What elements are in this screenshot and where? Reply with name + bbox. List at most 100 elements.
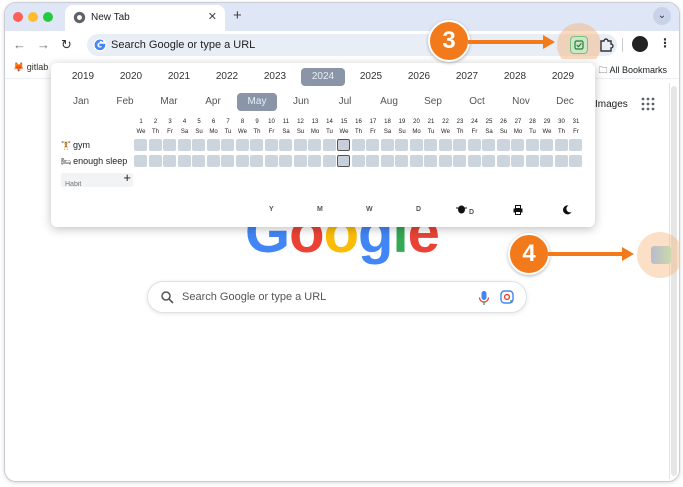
month-jul[interactable]: Jul [325, 93, 365, 111]
habit-day-cell[interactable] [409, 155, 423, 167]
habit-day-cell[interactable] [467, 139, 481, 151]
back-button[interactable]: ← [13, 37, 26, 52]
habit-day-cell[interactable] [511, 139, 524, 151]
habit-day-cell[interactable] [221, 139, 234, 151]
month-aug[interactable]: Aug [369, 93, 409, 111]
add-habit-button[interactable]: + [123, 170, 131, 185]
google-lens-icon[interactable] [500, 290, 514, 304]
zoom-window-button[interactable] [43, 12, 53, 22]
habit-day-cell[interactable] [279, 139, 292, 151]
month-view-button[interactable]: M [317, 206, 323, 213]
habit-day-cell[interactable] [337, 155, 350, 167]
habit-day-cell[interactable] [134, 139, 147, 151]
habit-day-cell[interactable] [496, 139, 510, 151]
debug-button[interactable]: D [456, 204, 474, 216]
close-icon[interactable]: ✕ [208, 10, 217, 23]
habit-day-cell[interactable] [366, 139, 379, 151]
month-may[interactable]: May [237, 93, 277, 111]
minimize-window-button[interactable] [28, 12, 38, 22]
tab-new-tab[interactable]: New Tab ✕ [65, 5, 225, 31]
new-habit-field[interactable]: + [61, 170, 133, 192]
habit-day-cell[interactable] [134, 155, 147, 167]
dark-mode-button[interactable] [562, 205, 572, 217]
day-view-button[interactable]: D [416, 206, 421, 213]
habit-day-cell[interactable] [192, 155, 205, 167]
habit-day-cell[interactable] [438, 139, 452, 151]
month-apr[interactable]: Apr [193, 93, 233, 111]
images-link[interactable]: Images [595, 99, 628, 110]
week-view-button[interactable]: W [366, 206, 373, 213]
month-mar[interactable]: Mar [149, 93, 189, 111]
month-dec[interactable]: Dec [545, 93, 585, 111]
print-button[interactable] [513, 205, 523, 217]
habit-day-cell[interactable] [424, 155, 437, 167]
habit-day-cell[interactable] [569, 155, 582, 167]
habit-day-cell[interactable] [264, 139, 278, 151]
month-jun[interactable]: Jun [281, 93, 321, 111]
habit-day-cell[interactable] [511, 155, 524, 167]
habit-day-cell[interactable] [293, 139, 307, 151]
month-feb[interactable]: Feb [105, 93, 145, 111]
habit-day-cell[interactable] [250, 155, 263, 167]
habit-day-cell[interactable] [409, 139, 423, 151]
extensions-puzzle-icon[interactable] [597, 36, 615, 54]
habit-day-cell[interactable] [351, 155, 365, 167]
year-2027[interactable]: 2027 [445, 68, 489, 86]
year-2023[interactable]: 2023 [253, 68, 297, 86]
habit-day-cell[interactable] [380, 139, 394, 151]
habit-day-cell[interactable] [554, 155, 568, 167]
habit-day-cell[interactable] [177, 155, 191, 167]
habit-day-cell[interactable] [395, 139, 408, 151]
habit-day-cell[interactable] [482, 155, 495, 167]
month-nov[interactable]: Nov [501, 93, 541, 111]
habit-day-cell[interactable] [148, 139, 162, 151]
year-2026[interactable]: 2026 [397, 68, 441, 86]
habit-day-cell[interactable] [525, 139, 539, 151]
habit-day-cell[interactable] [554, 139, 568, 151]
habit-day-cell[interactable] [177, 139, 191, 151]
habit-day-cell[interactable] [206, 139, 220, 151]
habit-tracker-extension-button[interactable] [570, 36, 588, 54]
habit-day-cell[interactable] [496, 155, 510, 167]
habit-day-cell[interactable] [221, 155, 234, 167]
habit-day-cell[interactable] [453, 155, 466, 167]
new-tab-button[interactable]: + [233, 7, 242, 24]
year-2019[interactable]: 2019 [61, 68, 105, 86]
habit-day-cell[interactable] [308, 155, 321, 167]
habit-day-cell[interactable] [366, 155, 379, 167]
close-window-button[interactable] [13, 12, 23, 22]
habit-day-cell[interactable] [482, 139, 495, 151]
bookmark-gitlab[interactable]: 🦊 gitlab [13, 62, 48, 73]
habit-label[interactable]: 🛏 enough sleep [61, 156, 133, 166]
year-2020[interactable]: 2020 [109, 68, 153, 86]
year-view-button[interactable]: Y [269, 206, 274, 213]
habit-day-cell[interactable] [250, 139, 263, 151]
google-apps-icon[interactable] [641, 97, 655, 111]
habit-day-cell[interactable] [322, 155, 336, 167]
month-sep[interactable]: Sep [413, 93, 453, 111]
habit-day-cell[interactable] [308, 139, 321, 151]
habit-day-cell[interactable] [395, 155, 408, 167]
year-2029[interactable]: 2029 [541, 68, 585, 86]
all-bookmarks-button[interactable]: 🗀 All Bookmarks [598, 63, 667, 79]
scroll-thumb[interactable] [671, 86, 677, 476]
year-2024[interactable]: 2024 [301, 68, 345, 86]
habit-day-cell[interactable] [279, 155, 292, 167]
year-2028[interactable]: 2028 [493, 68, 537, 86]
habit-day-cell[interactable] [322, 139, 336, 151]
habit-day-cell[interactable] [337, 139, 350, 151]
browser-menu-button[interactable]: ⋮ [659, 36, 671, 50]
habit-day-cell[interactable] [540, 155, 553, 167]
habit-day-cell[interactable] [206, 155, 220, 167]
habit-day-cell[interactable] [148, 155, 162, 167]
habit-day-cell[interactable] [192, 139, 205, 151]
microphone-icon[interactable] [478, 290, 490, 306]
forward-button[interactable]: → [37, 37, 50, 52]
habit-side-widget[interactable] [651, 246, 671, 264]
google-search-box[interactable]: Search Google or type a URL [147, 281, 527, 313]
reload-button[interactable]: ↻ [61, 37, 72, 53]
profile-avatar[interactable] [632, 36, 648, 52]
new-habit-input[interactable] [61, 177, 117, 192]
omnibox[interactable]: Search Google or type a URL [87, 34, 617, 56]
habit-day-cell[interactable] [351, 139, 365, 151]
